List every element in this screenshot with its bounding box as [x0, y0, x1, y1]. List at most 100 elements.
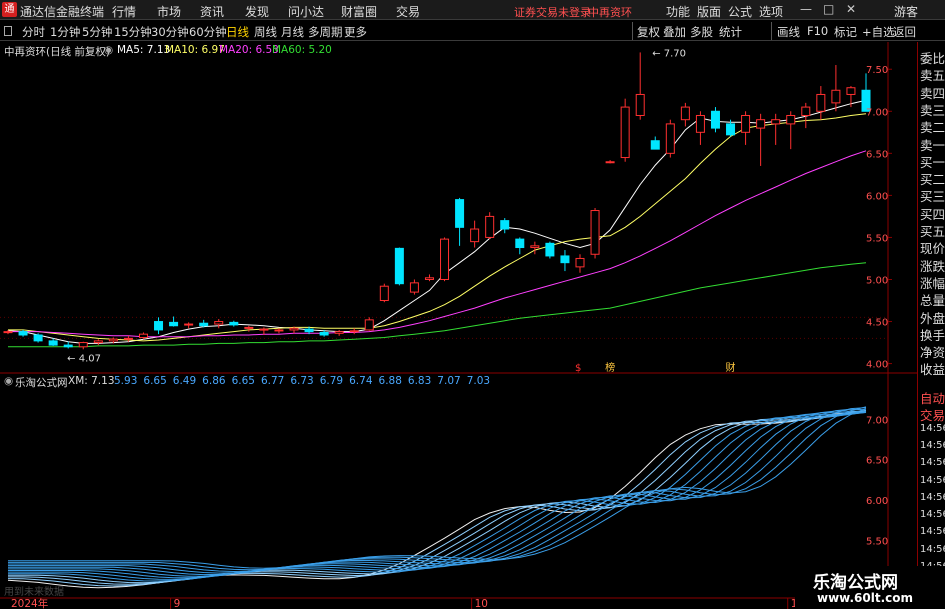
period-tab-multi[interactable]: 多周期: [308, 24, 343, 40]
close-button[interactable]: ✕: [846, 2, 856, 16]
candle-body-12: [184, 323, 194, 326]
menu-item-trade[interactable]: 交易: [396, 3, 420, 20]
candle-body-14: [214, 321, 224, 325]
menu-item-markets[interactable]: 市场: [157, 3, 181, 20]
candle-body-6: [93, 340, 103, 344]
trade-login-status[interactable]: 证券交易未登录: [514, 4, 591, 20]
candle-4: [63, 341, 73, 349]
period-tab-15min[interactable]: 15分钟: [114, 24, 152, 40]
candle-body-27: [409, 282, 419, 293]
sub-line-4: [8, 411, 867, 582]
candle-39: [590, 208, 600, 259]
sub-value-12: 7.03: [466, 375, 491, 387]
event-mark-1: 榜: [605, 361, 615, 374]
candle-2: [33, 333, 43, 343]
series-line-ma5: [7, 99, 867, 344]
candle-body-25: [379, 285, 389, 302]
statistics-button[interactable]: 统计: [719, 24, 742, 40]
candle-body-21: [319, 331, 329, 336]
minimize-button[interactable]: —: [800, 2, 812, 16]
mark-button[interactable]: 标记: [834, 24, 857, 40]
sub-right-label-8: 14:56: [920, 526, 945, 538]
candle-body-23: [349, 330, 359, 333]
overlay-button[interactable]: 叠加: [663, 24, 686, 40]
sub-line-12: [8, 408, 867, 569]
menu-item-news[interactable]: 资讯: [200, 3, 224, 20]
order-panel-label-11: 现价: [920, 241, 945, 257]
candle-38: [575, 254, 585, 273]
y-axis-label-5: 5.00: [866, 275, 888, 286]
candle-44: [665, 119, 675, 158]
candle-body-54: [816, 93, 826, 112]
menu-item-functions[interactable]: 功能: [666, 3, 690, 20]
chart-settings-icon[interactable]: ◉: [104, 44, 113, 56]
sub-settings-icon[interactable]: ◉: [4, 375, 13, 387]
candle-24: [364, 317, 374, 331]
period-tab-more[interactable]: 更多: [344, 24, 367, 40]
order-panel-label-0: 委比: [920, 51, 945, 66]
adjust-price-button[interactable]: 复权: [637, 24, 660, 40]
sub-value-9: 6.88: [378, 375, 402, 387]
candle-33: [500, 218, 510, 234]
kline-chart[interactable]: 2024年910117.507.006.506.005.505.004.504.…: [0, 42, 917, 609]
panel-toggle-icon[interactable]: [4, 26, 12, 36]
back-button[interactable]: 返回: [893, 24, 916, 40]
sub-y-axis-label-2: 6.00: [866, 496, 888, 507]
candle-body-3: [48, 340, 58, 346]
candle-body-55: [831, 89, 841, 104]
sub-right-label-3: 14:56: [920, 439, 945, 451]
f10-button[interactable]: F10: [807, 24, 828, 38]
candle-body-26: [394, 247, 404, 285]
period-tab-monthly[interactable]: 月线: [281, 24, 304, 40]
candle-53: [801, 102, 811, 129]
maximize-button[interactable]: □: [823, 2, 834, 16]
sub-value-3: 6.86: [202, 375, 226, 387]
candle-12: [184, 322, 194, 329]
draw-line-button[interactable]: 画线: [777, 24, 800, 40]
event-mark-2: 财: [726, 361, 736, 374]
period-tab-1min[interactable]: 1分钟: [50, 24, 80, 40]
menu-bar: 通 通达信金融终端 行情 市场 资讯 发现 问小达 财富圈 交易 证券交易未登录…: [0, 0, 945, 20]
candle-body-41: [620, 106, 630, 159]
candle-body-34: [515, 238, 525, 249]
period-tab-60min[interactable]: 60分钟: [189, 24, 227, 40]
candle-31: [470, 220, 480, 248]
candle-6: [93, 339, 103, 346]
candle-body-46: [695, 114, 705, 133]
menu-item-market-quotes[interactable]: 行情: [112, 3, 136, 20]
period-tab-intraday[interactable]: 分时: [22, 24, 45, 40]
candle-body-29: [440, 238, 450, 280]
menu-item-ask-xiaoda[interactable]: 问小达: [288, 3, 324, 20]
menu-item-formula[interactable]: 公式: [728, 3, 752, 20]
candle-51: [771, 113, 781, 145]
candle-body-32: [485, 215, 495, 238]
sub-value-0: 5.93: [114, 375, 138, 387]
candle-49: [741, 111, 751, 145]
add-watchlist-button[interactable]: +自选: [862, 24, 895, 40]
order-book-panel: 委比 卖五 卖四 卖三 卖二 卖一 买一 买二 买三 买四 买五 现价 涨跌 涨幅 总量 外盘 换手 净资 收益 自动…: [917, 42, 945, 609]
sub-value-10: 6.83: [407, 375, 432, 387]
order-panel-label-15: 外盘: [920, 310, 945, 326]
period-tab-daily[interactable]: 日线: [226, 24, 249, 40]
candle-22: [334, 329, 344, 336]
sub-y-axis-label-0: 7.00: [866, 415, 888, 426]
period-tab-5min[interactable]: 5分钟: [82, 24, 112, 40]
candle-body-1: [18, 331, 28, 336]
candle-28: [424, 274, 434, 282]
menu-item-layout[interactable]: 版面: [697, 3, 721, 20]
user-guest[interactable]: 游客: [894, 3, 918, 20]
candle-11: [169, 316, 179, 327]
candle-body-50: [756, 119, 766, 129]
multi-stock-button[interactable]: 多股: [690, 24, 713, 40]
candle-body-0: [3, 331, 13, 334]
menu-item-wealth-circle[interactable]: 财富圈: [341, 3, 377, 20]
sub-y-axis-label-3: 5.50: [866, 536, 888, 547]
candle-18: [274, 328, 284, 334]
menu-item-options[interactable]: 选项: [759, 3, 783, 20]
menu-item-discover[interactable]: 发现: [245, 3, 269, 20]
sub-value-11: 7.07: [437, 375, 461, 387]
sub-value-6: 6.73: [290, 375, 314, 387]
period-tab-weekly[interactable]: 周线: [254, 24, 277, 40]
sub-value-5: 6.77: [260, 375, 285, 387]
period-tab-30min[interactable]: 30分钟: [151, 24, 189, 40]
